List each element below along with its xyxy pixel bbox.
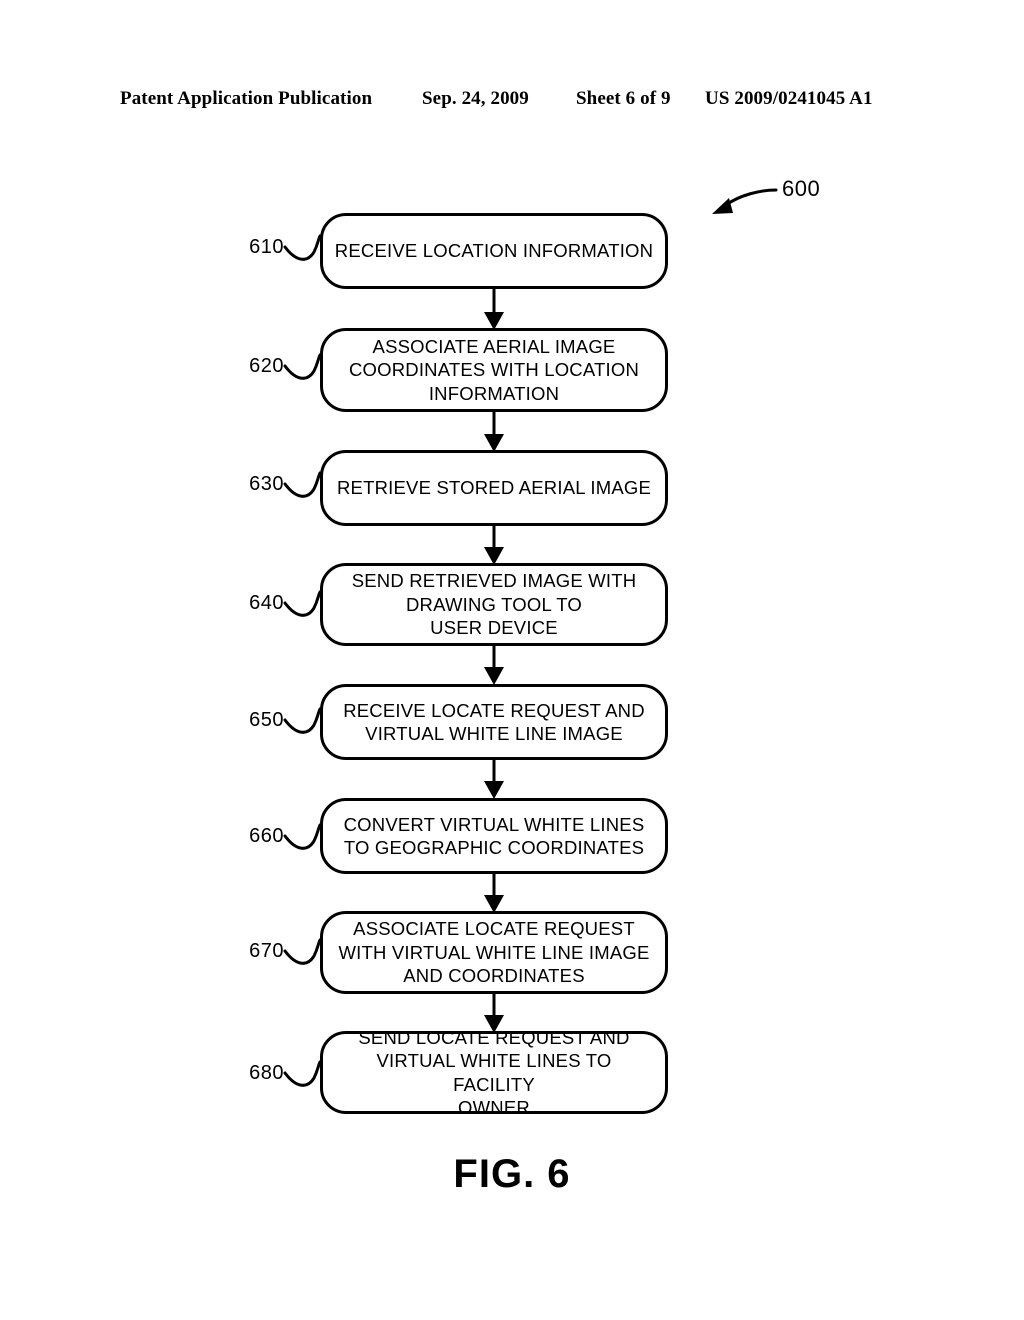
ref-label-680: 680 — [249, 1062, 284, 1084]
flow-step-box-610[interactable]: RECEIVE LOCATION INFORMATION — [320, 213, 668, 289]
connector-arrow-620-630 — [484, 412, 504, 452]
flow-step-box-660[interactable]: CONVERT VIRTUAL WHITE LINES TO GEOGRAPHI… — [320, 798, 668, 874]
ref-label-670: 670 — [249, 940, 284, 962]
flow-connectors-overlay — [283, 188, 778, 1087]
connector-arrow-610-620 — [484, 289, 504, 330]
leader-line-660 — [283, 823, 322, 850]
leader-line-650 — [283, 707, 322, 734]
connector-arrow-660-670 — [484, 873, 504, 913]
flow-step-text-660: CONVERT VIRTUAL WHITE LINES TO GEOGRAPHI… — [343, 813, 645, 859]
connector-arrow-650-660 — [484, 759, 504, 799]
connector-arrow-630-640 — [484, 525, 504, 565]
ref-label-640: 640 — [249, 592, 284, 614]
leader-line-620 — [283, 353, 322, 380]
flowchart-diagram: 610 620 630 640 650 660 670 680 RECEIVE … — [0, 0, 1024, 1320]
ref-label-660: 660 — [249, 825, 284, 847]
connector-arrow-640-650 — [484, 645, 504, 685]
ref-label-630: 630 — [249, 473, 284, 495]
flow-step-text-670: ASSOCIATE LOCATE REQUEST WITH VIRTUAL WH… — [338, 918, 650, 987]
flow-step-box-640[interactable]: SEND RETRIEVED IMAGE WITH DRAWING TOOL T… — [320, 563, 668, 646]
ref-label-620: 620 — [249, 355, 284, 377]
ref-label-650: 650 — [249, 709, 284, 731]
leader-line-640 — [283, 590, 322, 617]
flow-step-text-680: SEND LOCATE REQUEST AND VIRTUAL WHITE LI… — [358, 1026, 630, 1119]
flow-step-box-670[interactable]: ASSOCIATE LOCATE REQUEST WITH VIRTUAL WH… — [320, 911, 668, 994]
flow-step-box-650[interactable]: RECEIVE LOCATE REQUEST AND VIRTUAL WHITE… — [320, 684, 668, 760]
leader-line-630 — [283, 471, 322, 498]
ref-label-610: 610 — [249, 236, 284, 258]
leader-line-670 — [283, 938, 322, 965]
flow-step-text-610: RECEIVE LOCATION INFORMATION — [334, 240, 654, 262]
diagram-reference-arrow — [712, 188, 778, 214]
figure-caption: FIG. 6 — [453, 1152, 571, 1196]
leader-line-680 — [283, 1060, 322, 1087]
diagram-reference-number: 600 — [782, 176, 821, 201]
flow-step-text-650: RECEIVE LOCATE REQUEST AND VIRTUAL WHITE… — [343, 699, 645, 745]
flow-step-box-680[interactable]: SEND LOCATE REQUEST AND VIRTUAL WHITE LI… — [320, 1027, 668, 1118]
flow-step-text-630: RETRIEVE STORED AERIAL IMAGE — [336, 477, 651, 499]
flow-step-box-630[interactable]: RETRIEVE STORED AERIAL IMAGE — [320, 450, 668, 526]
flow-step-box-620[interactable]: ASSOCIATE AERIAL IMAGE COORDINATES WITH … — [320, 328, 668, 412]
leader-line-610 — [283, 234, 322, 261]
flow-step-text-620: ASSOCIATE AERIAL IMAGE COORDINATES WITH … — [348, 335, 640, 404]
flow-step-text-640: SEND RETRIEVED IMAGE WITH DRAWING TOOL T… — [351, 570, 637, 639]
